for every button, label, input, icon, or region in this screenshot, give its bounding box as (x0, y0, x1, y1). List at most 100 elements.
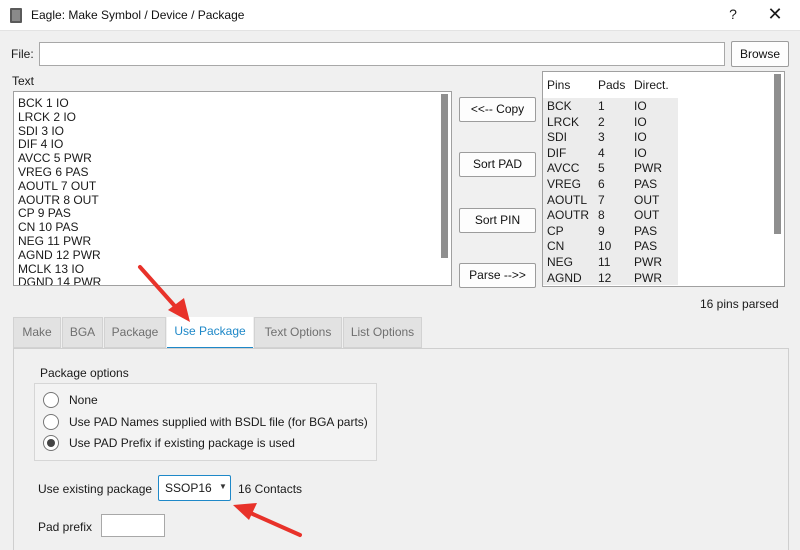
text-line: MCLK 13 IO (18, 261, 85, 276)
cell-pin: CP (547, 223, 564, 238)
tab-text-options[interactable]: Text Options (254, 317, 342, 348)
close-icon[interactable]: ✕ (766, 4, 784, 26)
pin-text-lines: BCK 1 IO LRCK 2 IO SDI 3 IO DIF 4 IO AVCC 5 … (18, 96, 102, 286)
table-row[interactable]: CN 10 PAS (543, 238, 678, 254)
cell-pin: NEG (547, 255, 574, 269)
cell-pin: SDI (547, 130, 568, 145)
window-title: Eagle: Make Symbol / Device / Package (31, 8, 245, 22)
help-icon[interactable]: ? (725, 6, 741, 24)
header-direction: Direct. (634, 78, 669, 92)
cell-pin: BCK (547, 99, 572, 113)
package-option-label: Use PAD Prefix if existing package is us… (69, 436, 295, 450)
text-line: NEG 11 PWR (18, 233, 92, 248)
cell-pad: 1 (598, 99, 605, 113)
text-line: AOUTL 7 OUT (18, 178, 97, 193)
table-row[interactable]: BCK 1 IO (543, 98, 678, 114)
cell-direction: PWR (634, 255, 662, 269)
text-line: VREG 6 PAS (18, 164, 89, 179)
cell-direction: PAS (634, 239, 658, 254)
table-row[interactable]: DIF 4 IO (543, 144, 678, 161)
text-scrollbar[interactable] (441, 94, 448, 258)
cell-direction: IO (634, 130, 647, 145)
copy-button[interactable]: <<-- Copy (459, 97, 536, 122)
cell-pin: AOUTL (547, 192, 588, 207)
text-line: CP 9 PAS (18, 206, 71, 221)
cell-pad: 11 (598, 255, 611, 269)
cell-direction: PAS (634, 177, 658, 191)
text-line: LRCK 2 IO (18, 109, 77, 124)
package-select-value: SSOP16 (165, 481, 212, 495)
cell-pad: 12 (598, 270, 612, 285)
sort-pin-button[interactable]: Sort PIN (459, 208, 536, 233)
app-icon (10, 8, 22, 23)
cell-pad: 7 (598, 192, 605, 207)
cell-direction: IO (634, 114, 647, 129)
table-row[interactable]: AOUTR 8 OUT (543, 207, 678, 223)
table-row[interactable]: VREG 6 PAS (543, 176, 678, 192)
cell-pad: 10 (598, 239, 612, 254)
package-option-label: None (69, 393, 98, 407)
text-line: AGND 12 PWR (18, 247, 101, 262)
text-line: CN 10 PAS (18, 220, 79, 235)
cell-pin: AVCC (547, 161, 580, 176)
cell-direction: OUT (634, 192, 660, 207)
cell-direction: PWR (634, 161, 662, 176)
cell-pad: 2 (598, 114, 605, 129)
cell-direction: PAS (634, 223, 658, 238)
package-options-title: Package options (40, 366, 129, 380)
table-row[interactable]: SDI 3 IO (543, 129, 678, 145)
table-row[interactable]: AGND 12 PWR (543, 269, 678, 286)
table-row[interactable]: AVCC 5 PWR (543, 160, 678, 176)
radio-button[interactable] (43, 392, 59, 408)
contacts-count: 16 Contacts (238, 482, 303, 496)
table-row[interactable]: LRCK 2 IO (543, 113, 678, 130)
cell-direction: PWR (634, 270, 662, 285)
existing-package-label: Use existing package (38, 482, 153, 496)
tab-list-options[interactable]: List Options (343, 317, 422, 348)
cell-pin: VREG (547, 177, 582, 191)
pins-scrollbar[interactable] (774, 74, 781, 234)
cell-pin: LRCK (547, 114, 580, 129)
cell-pad: 9 (598, 223, 605, 238)
browse-button[interactable]: Browse (731, 41, 789, 67)
parse-button[interactable]: Parse -->> (459, 263, 536, 288)
header-pins: Pins (547, 78, 571, 92)
text-line: DGND 14 PWR (18, 275, 102, 286)
package-select[interactable]: SSOP16 ▼ (158, 475, 231, 501)
cell-direction: IO (634, 99, 647, 113)
table-row[interactable]: CP 9 PAS (543, 222, 678, 239)
text-label: Text (12, 74, 35, 88)
cell-pin: DIF (547, 145, 567, 160)
cell-pin: AGND (547, 270, 582, 285)
radio-button[interactable] (43, 413, 59, 430)
pin-text-area[interactable]: BCK 1 IO LRCK 2 IO SDI 3 IO DIF 4 IO AVCC 5 … (13, 91, 452, 286)
radio-button[interactable] (43, 435, 59, 451)
tab-make[interactable]: Make (13, 317, 61, 348)
pins-table-header: Pins Pads Direct. (543, 75, 678, 95)
cell-direction: IO (634, 145, 647, 160)
tab-bga[interactable]: BGA (62, 317, 103, 348)
cell-pad: 5 (598, 161, 605, 176)
package-option-label: Use PAD Names supplied with BSDL file (f… (69, 414, 368, 429)
file-path-input[interactable] (39, 42, 725, 66)
tab-package[interactable]: Package (104, 317, 166, 348)
text-line: AVCC 5 PWR (18, 151, 92, 166)
package-options-group: None Use PAD Names supplied with BSDL fil… (34, 383, 377, 461)
cell-direction: OUT (634, 208, 660, 223)
pad-prefix-input[interactable] (101, 514, 165, 537)
table-row[interactable]: NEG 11 PWR (543, 254, 678, 270)
cell-pad: 4 (598, 145, 605, 160)
text-line: SDI 3 IO (18, 123, 65, 138)
cell-pad: 8 (598, 208, 605, 223)
file-label: File: (11, 47, 34, 61)
header-pads: Pads (598, 78, 626, 92)
tab-use-package[interactable]: Use Package (167, 317, 253, 349)
text-line: BCK 1 IO (18, 96, 69, 110)
pad-prefix-label: Pad prefix (38, 520, 93, 534)
pins-table[interactable]: Pins Pads Direct. BCK 1 IO LRCK 2 IO SDI 3 IO DIF… (542, 71, 785, 287)
cell-pad: 6 (598, 177, 605, 191)
table-row[interactable]: AOUTL 7 OUT (543, 191, 678, 208)
text-line: DIF 4 IO (18, 137, 64, 152)
cell-pad: 3 (598, 130, 605, 145)
sort-pad-button[interactable]: Sort PAD (459, 152, 536, 177)
